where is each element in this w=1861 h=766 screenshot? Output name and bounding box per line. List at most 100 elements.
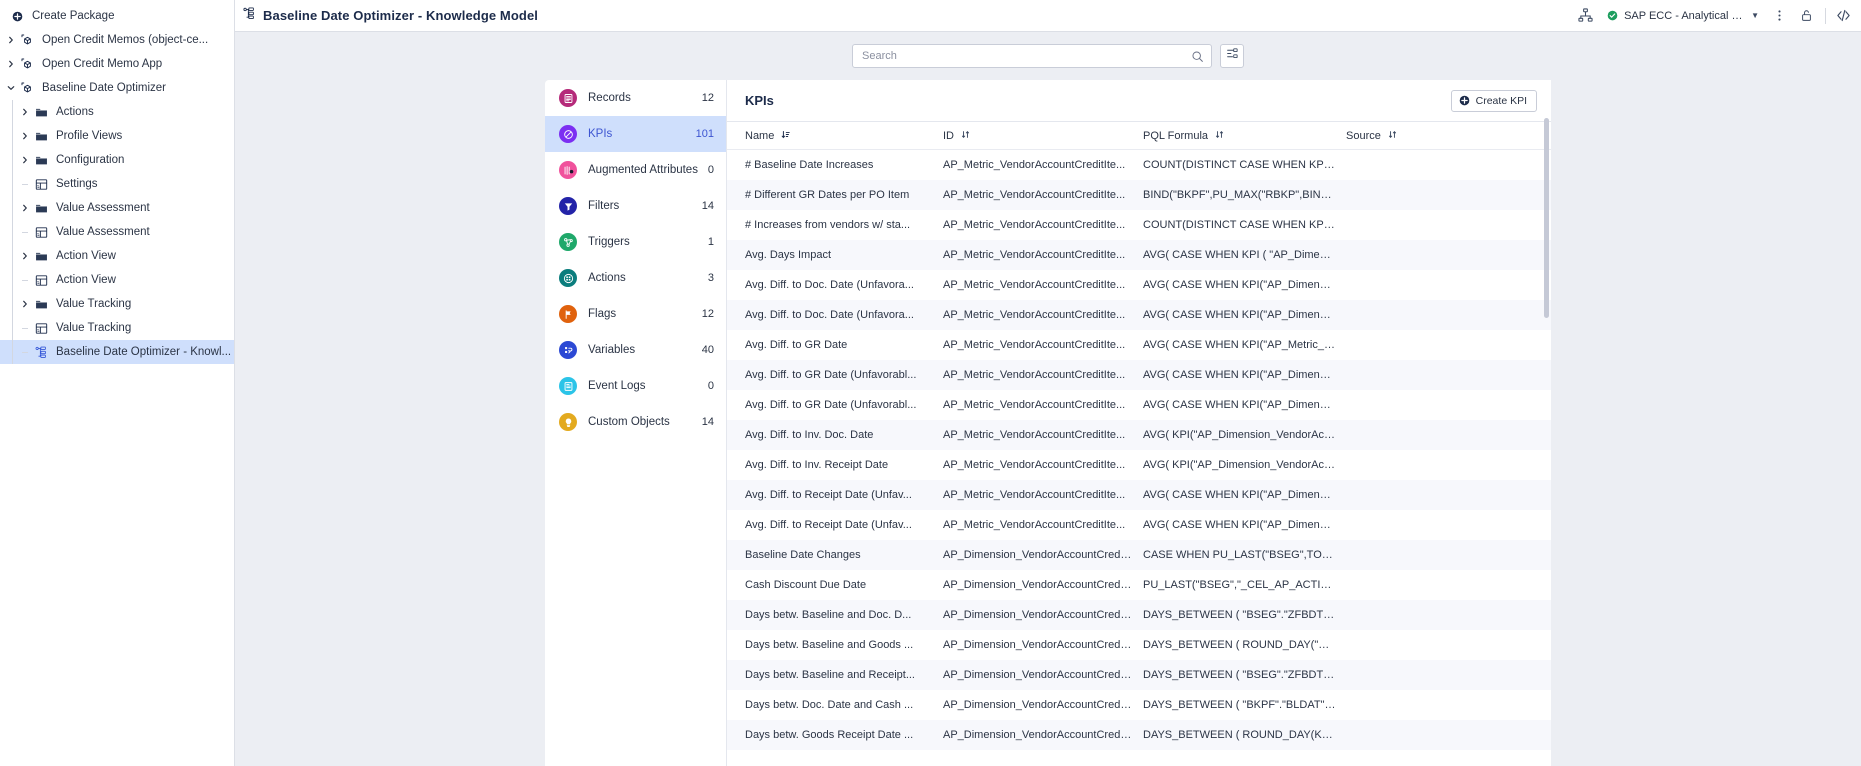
explorer-item-value-tracking[interactable]: Value Tracking — [0, 292, 234, 316]
table-row[interactable]: Avg. Diff. to Receipt Date (Unfav... AP_M… — [727, 480, 1551, 510]
table-row[interactable]: Avg. Days Impact AP_Metric_VendorAccountC… — [727, 240, 1551, 270]
category-item-flags[interactable]: Flags 12 — [545, 296, 726, 332]
explorer-item-label: Baseline Date Optimizer - Knowl... — [56, 346, 232, 358]
cell-pql: AVG( KPI("AP_Dimension_VendorAcc... — [1143, 459, 1339, 471]
unlock-icon[interactable] — [1800, 9, 1813, 22]
app-root: Create Package Open Credit Memos (object… — [0, 0, 1861, 766]
sort-desc-icon[interactable] — [781, 130, 791, 141]
table-row[interactable]: Days betw. Baseline and Receipt... AP_Dim… — [727, 660, 1551, 690]
filter-icon — [559, 197, 577, 215]
cell-id: AP_Dimension_VendorAccountCredit... — [943, 639, 1135, 651]
cell-pql: DAYS_BETWEEN ( "BSEG"."ZFBDT" , ... — [1143, 609, 1346, 621]
explorer-item-value-assessment[interactable]: Value Assessment — [0, 220, 234, 244]
category-item-records[interactable]: Records 12 — [545, 80, 726, 116]
category-item-triggers[interactable]: Triggers 1 — [545, 224, 726, 260]
explorer-item-baseline-date-optimizer-knowl[interactable]: Baseline Date Optimizer - Knowl... — [0, 340, 234, 364]
package-icon — [18, 34, 36, 47]
cell-id: AP_Metric_VendorAccountCreditIte... — [943, 399, 1126, 411]
create-package-button[interactable]: Create Package — [0, 4, 234, 28]
tree-leaf-marker — [18, 183, 32, 185]
column-header-pql-formula[interactable]: PQL Formula — [1143, 130, 1346, 142]
category-item-variables[interactable]: Variables 40 — [545, 332, 726, 368]
column-header-source[interactable]: Source — [1346, 130, 1551, 142]
trigger-icon — [559, 233, 577, 251]
column-header-label: ID — [943, 129, 954, 142]
explorer-item-actions[interactable]: Actions — [0, 100, 234, 124]
table-row[interactable]: Days betw. Doc. Date and Cash ... AP_Dime… — [727, 690, 1551, 720]
table-row[interactable]: Avg. Diff. to GR Date (Unfavorabl... AP_M… — [727, 360, 1551, 390]
table-row[interactable]: Avg. Diff. to Doc. Date (Unfavora... AP_M… — [727, 300, 1551, 330]
table-row[interactable]: # Different GR Dates per PO Item AP_Metri… — [727, 180, 1551, 210]
explorer-item-value-assessment[interactable]: Value Assessment — [0, 196, 234, 220]
column-header-name[interactable]: Name — [727, 130, 943, 142]
explorer-item-profile-views[interactable]: Profile Views — [0, 124, 234, 148]
chevron-right-icon[interactable] — [18, 108, 32, 116]
explorer-item-label: Actions — [56, 106, 94, 118]
category-item-augmented-attributes[interactable]: Augmented Attributes 0 — [545, 152, 726, 188]
table-scrollbar[interactable] — [1544, 118, 1549, 318]
explorer-item-label: Value Tracking — [56, 322, 132, 334]
explorer-item-value-tracking[interactable]: Value Tracking — [0, 316, 234, 340]
sort-none-icon[interactable] — [1388, 130, 1397, 141]
table-row[interactable]: Avg. Diff. to Inv. Doc. Date AP_Metric_Ve… — [727, 420, 1551, 450]
explorer-item-settings[interactable]: Settings — [0, 172, 234, 196]
code-brackets-icon[interactable] — [1836, 8, 1851, 23]
cell-id: AP_Dimension_VendorAccountCredit... — [943, 669, 1135, 681]
explorer-item-label: Open Credit Memo App — [42, 58, 163, 70]
table-row[interactable]: Avg. Diff. to Inv. Receipt Date AP_Metric… — [727, 450, 1551, 480]
explorer-item-action-view[interactable]: Action View — [0, 244, 234, 268]
table-row[interactable]: Cash Discount Due Date AP_Dimension_Vendo… — [727, 570, 1551, 600]
tree-guide-line — [12, 172, 13, 196]
category-item-custom-objects[interactable]: Custom Objects 14 — [545, 404, 726, 440]
table-row[interactable]: Avg. Diff. to Doc. Date (Unfavora... AP_M… — [727, 270, 1551, 300]
cell-id: AP_Metric_VendorAccountCreditIte... — [943, 519, 1126, 531]
page-title: Baseline Date Optimizer - Knowledge Mode… — [263, 8, 538, 23]
cell-name: Avg. Days Impact — [745, 249, 831, 261]
table-row[interactable]: Avg. Diff. to GR Date (Unfavorabl... AP_M… — [727, 390, 1551, 420]
explorer-item-open-credit-memo-app[interactable]: Open Credit Memo App — [0, 52, 234, 76]
chevron-right-icon[interactable] — [4, 60, 18, 68]
category-count: 101 — [695, 128, 714, 140]
category-item-filters[interactable]: Filters 14 — [545, 188, 726, 224]
table-row[interactable]: Days betw. Baseline and Doc. D... AP_Dime… — [727, 600, 1551, 630]
table-row[interactable]: # Baseline Date Increases AP_Metric_Vendo… — [727, 150, 1551, 180]
explorer-item-baseline-date-optimizer[interactable]: Baseline Date Optimizer — [0, 76, 234, 100]
chevron-right-icon[interactable] — [18, 132, 32, 140]
sort-none-icon[interactable] — [961, 130, 970, 141]
table-row[interactable]: Baseline Date Changes AP_Dimension_Vendor… — [727, 540, 1551, 570]
search-field-wrapper[interactable] — [852, 44, 1212, 68]
table-row[interactable]: Days betw. Goods Receipt Date ... AP_Dime… — [727, 720, 1551, 750]
tree-guide-line — [12, 268, 13, 292]
category-item-event-logs[interactable]: Event Logs 0 — [545, 368, 726, 404]
table-row[interactable]: # Increases from vendors w/ sta... AP_Met… — [727, 210, 1551, 240]
plus-circle-icon — [8, 11, 26, 22]
cell-pql: AVG( CASE WHEN KPI("AP_Dimensio... — [1143, 519, 1343, 531]
filter-settings-button[interactable] — [1220, 44, 1244, 68]
table-row[interactable]: Days betw. Baseline and Goods ... AP_Dime… — [727, 630, 1551, 660]
create-kpi-button[interactable]: Create KPI — [1450, 89, 1537, 112]
data-model-icon[interactable] — [1578, 8, 1593, 23]
search-input[interactable] — [853, 45, 1211, 67]
chevron-right-icon[interactable] — [18, 252, 32, 260]
kebab-menu-icon[interactable] — [1773, 9, 1786, 22]
explorer-item-open-credit-memos-object-ce[interactable]: Open Credit Memos (object-ce... — [0, 28, 234, 52]
chevron-right-icon[interactable] — [18, 156, 32, 164]
category-item-actions[interactable]: Actions 3 — [545, 260, 726, 296]
chevron-down-icon[interactable] — [4, 84, 18, 92]
system-selector[interactable]: SAP ECC - Analytical (FI O... ▼ — [1607, 10, 1759, 22]
tree-leaf-marker — [18, 279, 32, 281]
sort-none-icon[interactable] — [1215, 130, 1224, 141]
chevron-right-icon[interactable] — [18, 204, 32, 212]
toolbar-divider — [1825, 7, 1826, 24]
chevron-right-icon[interactable] — [18, 300, 32, 308]
table-row[interactable]: Avg. Diff. to Receipt Date (Unfav... AP_M… — [727, 510, 1551, 540]
chevron-right-icon[interactable] — [4, 36, 18, 44]
explorer-item-configuration[interactable]: Configuration — [0, 148, 234, 172]
package-explorer-sidebar: Create Package Open Credit Memos (object… — [0, 0, 235, 766]
table-row[interactable]: Avg. Diff. to GR Date AP_Metric_VendorAcc… — [727, 330, 1551, 360]
explorer-item-action-view[interactable]: Action View — [0, 268, 234, 292]
category-item-kpis[interactable]: KPIs 101 — [545, 116, 726, 152]
search-icon[interactable] — [1191, 50, 1204, 68]
column-header-label: Source — [1346, 129, 1381, 142]
column-header-id[interactable]: ID — [943, 130, 1143, 142]
